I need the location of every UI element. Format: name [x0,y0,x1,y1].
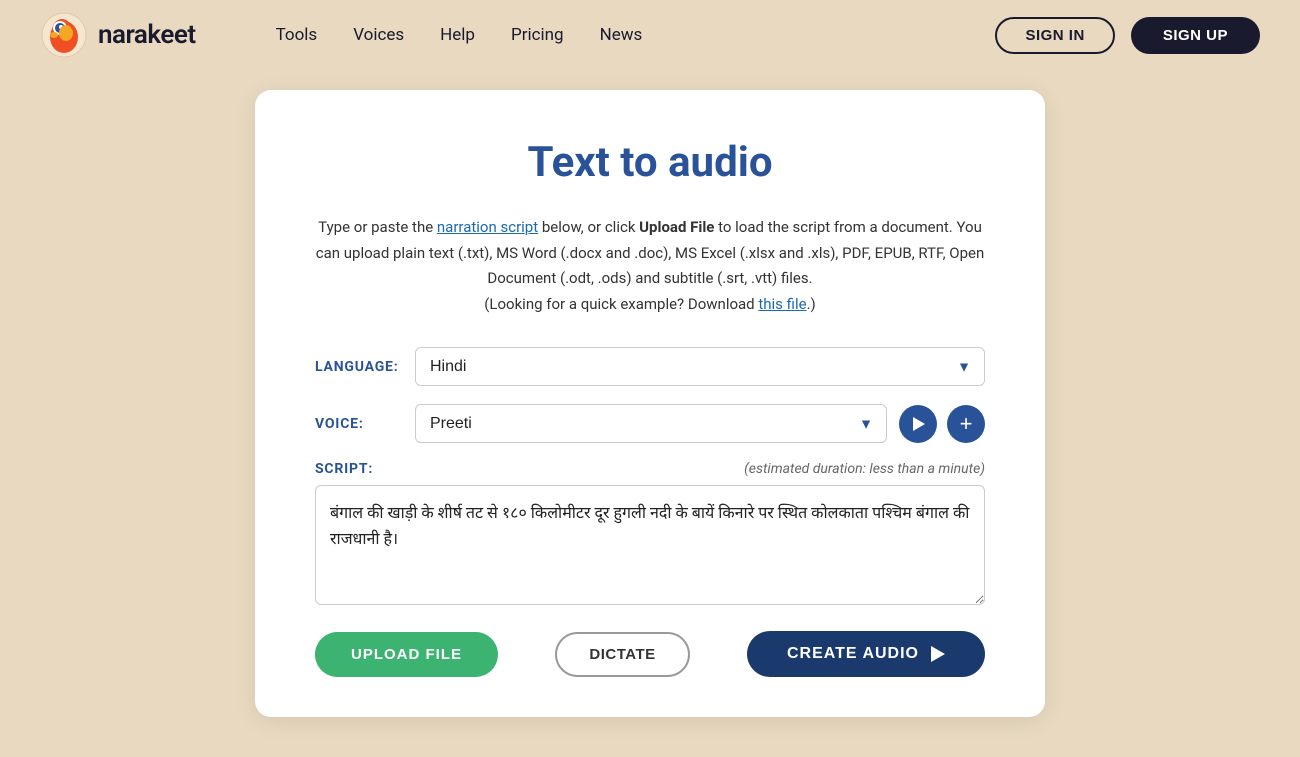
language-select-wrap: Hindi English Spanish ▼ [415,347,985,386]
logo-text: narakeet [98,20,196,50]
voice-label: VOICE: [315,416,415,432]
this-file-link[interactable]: this file [758,295,806,313]
dictate-button[interactable]: DICTATE [555,632,689,677]
script-header: SCRIPT: (estimated duration: less than a… [315,461,985,477]
voice-select[interactable]: Preeti Aditi [415,404,887,443]
desc-part5: .) [807,295,816,313]
voice-controls: + [899,405,985,443]
nav-pricing[interactable]: Pricing [511,25,564,45]
upload-file-bold: Upload File [639,218,714,236]
language-select[interactable]: Hindi English Spanish [415,347,985,386]
script-textarea[interactable]: बंगाल की खाड़ी के शीर्ष तट से १८० किलोमी… [315,485,985,605]
auth-buttons: SIGN IN SIGN UP [995,17,1260,54]
voice-select-wrap: Preeti Aditi ▼ [415,404,887,443]
signin-button[interactable]: SIGN IN [995,17,1114,54]
description-text: Type or paste the narration script below… [315,215,985,317]
bottom-buttons: UPLOAD FILE DICTATE CREATE AUDIO [315,631,985,677]
narration-script-link[interactable]: narration script [437,218,538,236]
language-row: LANGUAGE: Hindi English Spanish ▼ [315,347,985,386]
main-content: Text to audio Type or paste the narratio… [0,70,1300,757]
nav-news[interactable]: News [600,25,643,45]
logo[interactable]: narakeet [40,11,196,59]
desc-part1: Type or paste the [318,218,437,236]
nav-help[interactable]: Help [440,25,475,45]
content-card: Text to audio Type or paste the narratio… [255,90,1045,717]
script-label: SCRIPT: [315,461,373,477]
desc-part4: (Looking for a quick example? Download [484,295,758,313]
duration-text: (estimated duration: less than a minute) [744,461,985,477]
voice-row: VOICE: Preeti Aditi ▼ + [315,404,985,443]
voice-add-button[interactable]: + [947,405,985,443]
desc-part2: below, or click [538,218,639,236]
language-label: LANGUAGE: [315,359,415,375]
nav-voices[interactable]: Voices [353,25,404,45]
upload-file-button[interactable]: UPLOAD FILE [315,632,498,677]
header: narakeet Tools Voices Help Pricing News … [0,0,1300,70]
plus-icon: + [960,413,973,435]
nav-tools[interactable]: Tools [276,25,318,45]
voice-play-button[interactable] [899,405,937,443]
create-audio-play-icon [931,646,945,662]
main-nav: Tools Voices Help Pricing News [276,25,643,45]
logo-icon [40,11,88,59]
signup-button[interactable]: SIGN UP [1131,17,1260,54]
play-icon [913,417,925,431]
page-title: Text to audio [315,138,985,187]
create-audio-button[interactable]: CREATE AUDIO [747,631,985,677]
create-audio-label: CREATE AUDIO [787,645,919,663]
